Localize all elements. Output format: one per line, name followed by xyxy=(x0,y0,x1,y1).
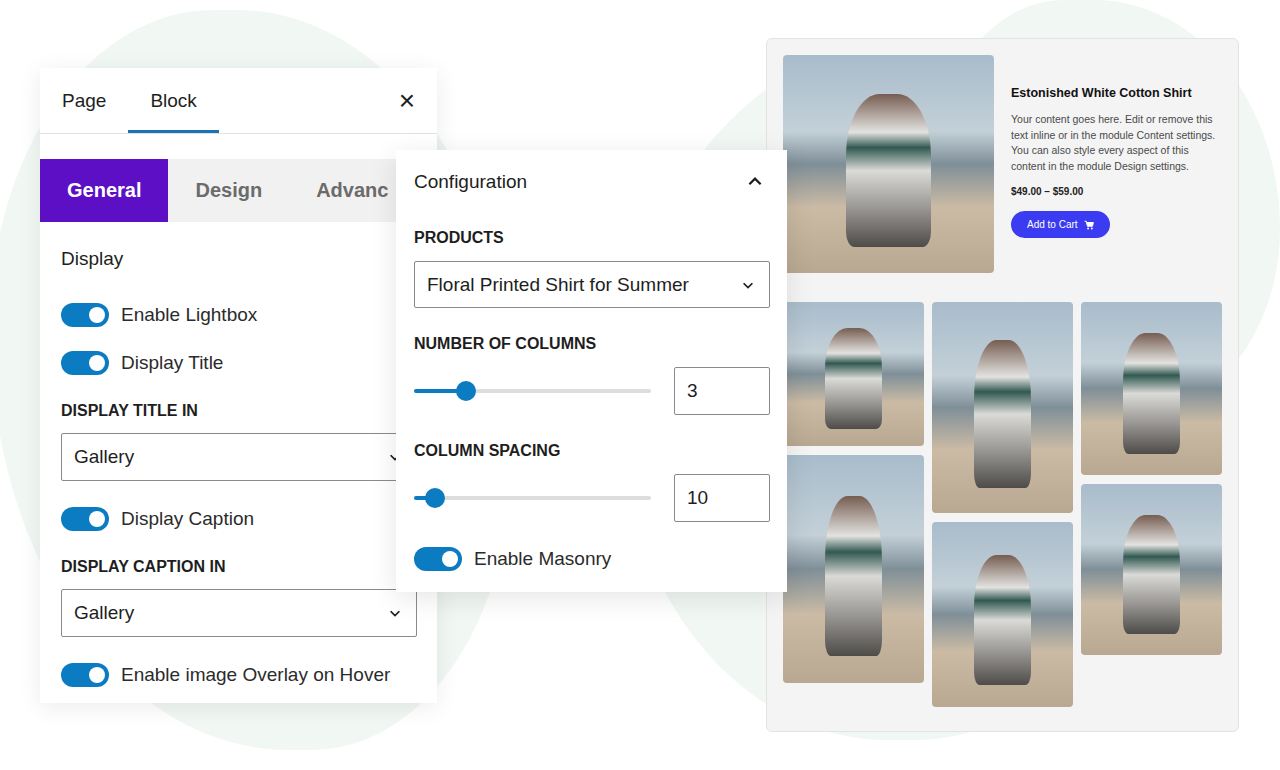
stage: PageBlock × GeneralDesignAdvanc Display … xyxy=(0,0,1280,770)
gallery-image[interactable] xyxy=(932,302,1073,513)
toggle-row: Enable image Overlay on Hover xyxy=(61,657,416,693)
toggle-label: Display Title xyxy=(121,352,223,374)
button-label: Add to Cart xyxy=(1027,219,1078,230)
product-price: $49.00 – $59.00 xyxy=(1011,186,1222,197)
toggle-knob xyxy=(89,667,105,683)
gallery-image[interactable] xyxy=(783,302,924,446)
preview-card: Estonished White Cotton Shirt Your conte… xyxy=(766,38,1239,732)
toggle-row: Enable Masonry xyxy=(414,541,770,577)
gallery-image[interactable] xyxy=(1081,302,1222,475)
product-title: Estonished White Cotton Shirt xyxy=(1011,86,1222,100)
toggle-switch[interactable] xyxy=(61,351,109,375)
add-to-cart-button[interactable]: Add to Cart xyxy=(1011,211,1110,238)
section-title: Display xyxy=(61,248,123,270)
select-box[interactable]: Floral Printed Shirt for Summer xyxy=(414,261,770,308)
section-header[interactable]: Display xyxy=(61,247,416,271)
sub-tab[interactable]: Design xyxy=(168,159,289,222)
toggle-row: Display Caption xyxy=(61,501,416,537)
panel-tab[interactable]: Block xyxy=(128,68,218,133)
select-field: PRODUCTS Floral Printed Shirt for Summer xyxy=(414,228,770,308)
slider-row: 10 xyxy=(414,474,770,522)
field-label: PRODUCTS xyxy=(414,228,770,248)
configuration-panel: Configuration PRODUCTS Floral Printed Sh… xyxy=(396,150,787,592)
toggle-switch[interactable] xyxy=(414,547,462,571)
product-info: Estonished White Cotton Shirt Your conte… xyxy=(1011,55,1222,273)
toggle-knob xyxy=(442,551,458,567)
slider-thumb[interactable] xyxy=(425,488,445,508)
toggle-knob xyxy=(89,355,105,371)
chevron-down-icon xyxy=(388,606,402,620)
block-settings-panel: PageBlock × GeneralDesignAdvanc Display … xyxy=(40,68,437,703)
toggle-row: Display Title xyxy=(61,345,416,381)
slider-track[interactable] xyxy=(414,496,651,500)
toggle-label: Enable Masonry xyxy=(474,548,611,570)
toggle-switch[interactable] xyxy=(61,663,109,687)
field-label: COLUMN SPACING xyxy=(414,441,770,461)
number-input[interactable]: 10 xyxy=(674,474,770,522)
chevron-icon xyxy=(746,173,764,191)
toggle-switch[interactable] xyxy=(61,303,109,327)
select-box[interactable]: Gallery xyxy=(61,589,417,637)
product-row: Estonished White Cotton Shirt Your conte… xyxy=(783,55,1222,273)
cart-icon xyxy=(1084,220,1094,230)
select-value: Floral Printed Shirt for Summer xyxy=(427,274,689,296)
select-box[interactable]: Gallery xyxy=(61,433,417,481)
gallery-image[interactable] xyxy=(932,522,1073,707)
gallery-image[interactable] xyxy=(783,455,924,683)
panel-tab[interactable]: Page xyxy=(40,68,128,133)
panel-body: Display Enable Lightbox Display Title DIS… xyxy=(40,247,437,693)
slider-thumb[interactable] xyxy=(456,381,476,401)
slider-field: NUMBER OF COLUMNS 3 xyxy=(414,334,770,415)
field-label: DISPLAY CAPTION IN xyxy=(61,557,416,577)
toggle-label: Enable Lightbox xyxy=(121,304,257,326)
field-label: DISPLAY TITLE IN xyxy=(61,401,416,421)
select-value: Gallery xyxy=(74,602,134,624)
gallery-image[interactable] xyxy=(1081,484,1222,655)
toggle-knob xyxy=(89,511,105,527)
product-description: Your content goes here. Edit or remove t… xyxy=(1011,112,1222,174)
sub-tabs: GeneralDesignAdvanc xyxy=(40,159,437,222)
slider-row: 3 xyxy=(414,367,770,415)
configuration-title: Configuration xyxy=(414,171,527,193)
gallery-column xyxy=(1081,302,1222,707)
field-list: Enable Lightbox Display Title DISPLAY TIT… xyxy=(61,297,416,693)
configuration-header[interactable]: Configuration xyxy=(414,150,770,214)
select-field: DISPLAY TITLE IN Gallery xyxy=(61,393,416,489)
sub-tab[interactable]: General xyxy=(40,159,168,222)
select-field: DISPLAY CAPTION IN Gallery xyxy=(61,549,416,645)
product-image xyxy=(783,55,994,273)
configuration-fields: PRODUCTS Floral Printed Shirt for Summer… xyxy=(414,228,770,577)
toggle-label: Enable image Overlay on Hover xyxy=(121,664,390,686)
gallery-column xyxy=(783,302,924,707)
masonry-gallery xyxy=(783,302,1222,707)
toggle-row: Enable Lightbox xyxy=(61,297,416,333)
gallery-column xyxy=(932,302,1073,707)
toggle-switch[interactable] xyxy=(61,507,109,531)
field-label: NUMBER OF COLUMNS xyxy=(414,334,770,354)
toggle-knob xyxy=(89,307,105,323)
close-button[interactable]: × xyxy=(377,68,437,133)
panel-tabs: PageBlock × xyxy=(40,68,437,134)
select-value: Gallery xyxy=(74,446,134,468)
chevron-down-icon xyxy=(741,278,755,292)
slider-track[interactable] xyxy=(414,389,651,393)
toggle-label: Display Caption xyxy=(121,508,254,530)
slider-field: COLUMN SPACING 10 xyxy=(414,441,770,522)
number-input[interactable]: 3 xyxy=(674,367,770,415)
